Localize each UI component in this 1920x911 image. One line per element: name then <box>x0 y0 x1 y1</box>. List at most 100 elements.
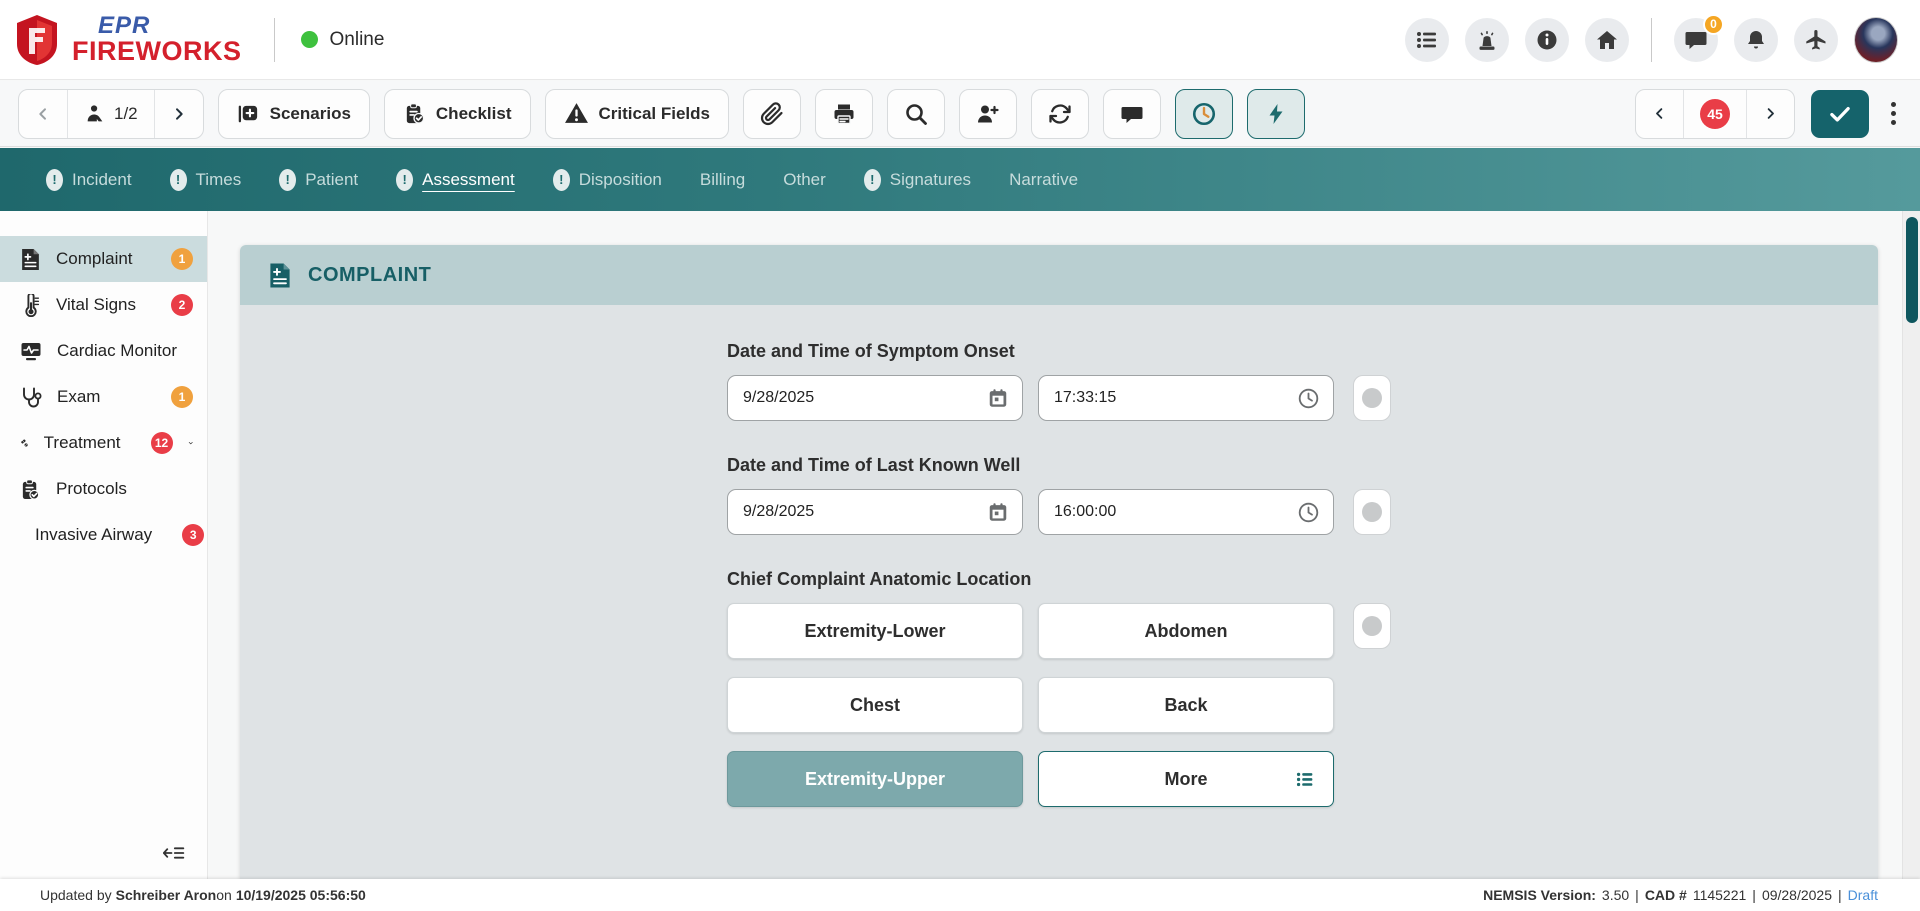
brand-fireworks-text: FIREWORKS <box>72 38 242 65</box>
alert-oval-icon: ! <box>279 169 296 191</box>
sidebar-item-cardiac-monitor[interactable]: Cardiac Monitor <box>0 328 207 374</box>
last-known-well-date-input[interactable] <box>743 503 987 521</box>
complaint-section-icon <box>268 262 292 289</box>
record-toolbar: 1/2 Scenarios Checklist Critical Fields <box>0 81 1920 147</box>
option-extremity-lower[interactable]: Extremity-Lower <box>727 603 1023 659</box>
last-known-well-time-input[interactable] <box>1054 503 1297 521</box>
sync-button[interactable] <box>1031 89 1089 139</box>
chevron-down-icon <box>188 436 194 450</box>
assessment-sidebar: Complaint 1 Vital Signs 2 Cardiac Monito… <box>0 211 208 879</box>
chat-button[interactable]: 0 <box>1674 18 1718 62</box>
tab-signatures[interactable]: !Signatures <box>862 163 973 197</box>
search-icon <box>904 102 928 126</box>
symptom-onset-time-field[interactable] <box>1038 375 1334 421</box>
page-scrollbar-thumb[interactable] <box>1906 217 1918 323</box>
clock-icon[interactable] <box>1297 501 1320 524</box>
last-known-well-time-field[interactable] <box>1038 489 1334 535</box>
calendar-icon[interactable] <box>987 501 1009 523</box>
complaint-badge: 1 <box>171 248 193 270</box>
patient-icon <box>84 103 106 125</box>
print-button[interactable] <box>815 89 873 139</box>
tab-billing[interactable]: Billing <box>698 164 747 196</box>
record-meta-text: NEMSIS Version: 3.50 | CAD # 1145221 | 0… <box>1483 887 1878 903</box>
critical-fields-button[interactable]: Critical Fields <box>545 89 729 139</box>
info-button[interactable] <box>1525 18 1569 62</box>
tab-disposition[interactable]: !Disposition <box>551 163 664 197</box>
option-extremity-upper[interactable]: Extremity-Upper <box>727 751 1023 807</box>
collapse-sidebar-icon <box>163 845 185 861</box>
alert-oval-icon: ! <box>553 169 570 191</box>
add-patient-button[interactable] <box>959 89 1017 139</box>
symptom-onset-date-field[interactable] <box>727 375 1023 421</box>
list-icon <box>1415 28 1439 52</box>
prev-record-button[interactable] <box>19 90 67 138</box>
calendar-icon[interactable] <box>987 387 1009 409</box>
person-add-icon <box>975 102 1000 126</box>
record-indicator[interactable]: 1/2 <box>67 90 154 138</box>
sidebar-item-protocols[interactable]: Protocols <box>0 466 207 512</box>
warning-icon <box>564 102 589 125</box>
last-known-well-date-field[interactable] <box>727 489 1023 535</box>
airplane-mode-button[interactable] <box>1794 18 1838 62</box>
option-abdomen[interactable]: Abdomen <box>1038 603 1334 659</box>
sidebar-item-exam[interactable]: Exam 1 <box>0 374 207 420</box>
tab-patient[interactable]: !Patient <box>277 163 360 197</box>
tab-assessment[interactable]: !Assessment <box>394 163 517 197</box>
online-status-dot <box>301 31 318 48</box>
sidebar-item-vital-signs[interactable]: Vital Signs 2 <box>0 282 207 328</box>
symptom-onset-time-input[interactable] <box>1054 389 1297 407</box>
complaint-section-title: COMPLAINT <box>308 264 431 287</box>
draft-status-link[interactable]: Draft <box>1848 887 1878 903</box>
quick-actions-button[interactable] <box>1247 89 1305 139</box>
last-known-well-label: Date and Time of Last Known Well <box>727 455 1391 476</box>
scenarios-button[interactable]: Scenarios <box>218 89 370 139</box>
siren-button[interactable] <box>1465 18 1509 62</box>
option-back[interactable]: Back <box>1038 677 1334 733</box>
sidebar-item-complaint[interactable]: Complaint 1 <box>0 236 207 282</box>
page-scrollbar-track[interactable] <box>1902 211 1920 879</box>
checklist-button[interactable]: Checklist <box>384 89 531 139</box>
validate-save-button[interactable] <box>1811 90 1869 138</box>
next-record-button[interactable] <box>154 90 203 138</box>
check-icon <box>1827 101 1853 127</box>
sidebar-collapse-button[interactable] <box>163 845 185 861</box>
alerts-prev-button[interactable] <box>1636 90 1683 138</box>
clock-toggle-icon <box>1191 101 1217 127</box>
user-avatar[interactable] <box>1854 18 1898 62</box>
sidebar-item-invasive-airway[interactable]: Invasive Airway 3 <box>0 512 207 558</box>
more-list-icon <box>1293 768 1317 790</box>
symptom-onset-date-input[interactable] <box>743 389 987 407</box>
tab-other[interactable]: Other <box>781 164 828 196</box>
brand-logo: EPR FIREWORKS <box>0 14 242 66</box>
list-menu-button[interactable] <box>1405 18 1449 62</box>
tab-incident[interactable]: !Incident <box>44 163 134 197</box>
alerts-next-button[interactable] <box>1746 90 1794 138</box>
paperclip-icon <box>760 102 784 126</box>
option-more[interactable]: More <box>1038 751 1334 807</box>
info-icon <box>1535 28 1559 52</box>
clock-icon[interactable] <box>1297 387 1320 410</box>
scenarios-icon <box>237 102 260 125</box>
sidebar-item-treatment[interactable]: Treatment 12 <box>0 420 207 466</box>
attachments-button[interactable] <box>743 89 801 139</box>
fireworks-logo-icon <box>14 14 60 66</box>
treatment-badge: 12 <box>151 432 173 454</box>
search-button[interactable] <box>887 89 945 139</box>
main-panel: COMPLAINT Date and Time of Symptom Onset <box>209 211 1903 879</box>
more-options-button[interactable] <box>1885 96 1902 131</box>
last-known-well-na-toggle[interactable] <box>1353 489 1391 535</box>
anatomic-location-na-toggle[interactable] <box>1353 603 1391 649</box>
alerts-count[interactable]: 45 <box>1683 90 1746 138</box>
tab-narrative[interactable]: Narrative <box>1007 164 1080 196</box>
cardiac-monitor-icon <box>20 340 42 362</box>
tab-times[interactable]: !Times <box>168 163 244 197</box>
invasive-airway-badge: 3 <box>182 524 204 546</box>
option-chest[interactable]: Chest <box>727 677 1023 733</box>
symptom-onset-na-toggle[interactable] <box>1353 375 1391 421</box>
comments-button[interactable] <box>1103 89 1161 139</box>
chevron-left-icon <box>35 106 51 122</box>
home-button[interactable] <box>1585 18 1629 62</box>
notifications-button[interactable] <box>1734 18 1778 62</box>
time-tracking-button[interactable] <box>1175 89 1233 139</box>
avatar-image <box>1854 17 1898 63</box>
